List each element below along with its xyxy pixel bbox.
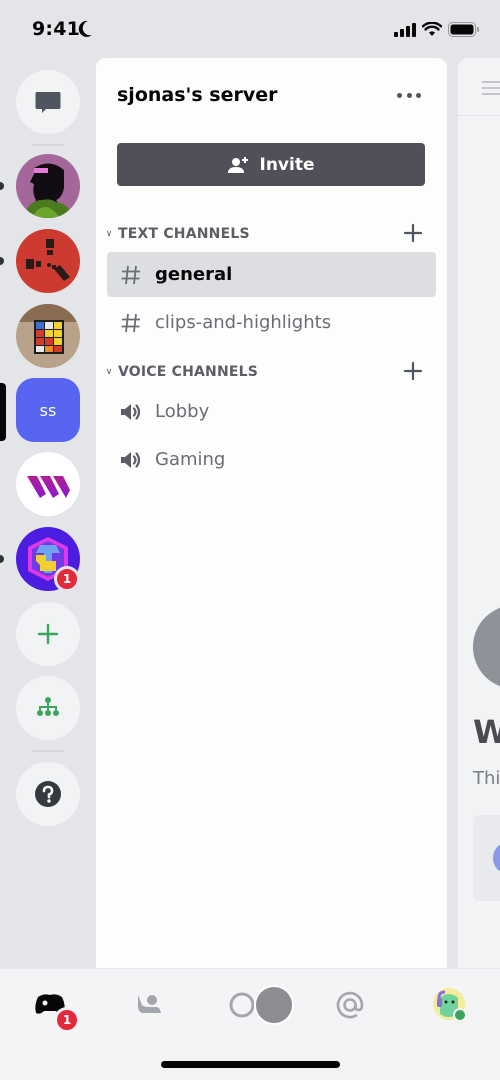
server-avatar-image <box>16 304 80 368</box>
unread-badge: 1 <box>54 1007 80 1033</box>
add-channel-icon[interactable] <box>402 360 424 382</box>
card-illustration <box>493 843 500 873</box>
speaker-icon <box>121 451 141 468</box>
add-person-icon <box>227 156 248 173</box>
home-indicator[interactable] <box>161 1061 340 1068</box>
mention-badge: 1 <box>54 566 80 592</box>
friends-wave-icon <box>138 995 161 1013</box>
server-icon-purple-w[interactable] <box>16 452 80 516</box>
server-initials: ss <box>39 400 57 420</box>
moon-icon <box>78 20 92 37</box>
rail-divider <box>32 750 64 752</box>
selected-server-indicator <box>0 383 6 441</box>
chevron-down-icon: ∨ <box>105 229 113 239</box>
channel-panel: sjonas's server Invite ∨ TEXT CHANNELS g… <box>96 58 447 970</box>
server-avatar-image <box>16 229 80 293</box>
invite-button[interactable]: Invite <box>117 143 425 186</box>
chat-header <box>458 58 500 116</box>
hashtag-icon <box>121 265 140 284</box>
user-avatar-icon <box>433 988 467 1022</box>
invite-label: Invite <box>259 154 315 175</box>
server-icon-rubiks-cube[interactable] <box>16 304 80 368</box>
speaker-icon <box>121 403 141 420</box>
chat-bubble-icon <box>35 92 61 113</box>
channel-gaming[interactable]: Gaming <box>107 437 436 482</box>
server-avatar-image <box>16 154 80 218</box>
question-icon <box>35 781 61 807</box>
ellipsis-icon <box>397 92 402 98</box>
category-voice-channels[interactable]: ∨ VOICE CHANNELS <box>102 360 432 384</box>
server-icon-masked-figure[interactable] <box>16 154 80 218</box>
add-server-button[interactable] <box>16 602 80 666</box>
channel-label: clips-and-highlights <box>155 312 332 333</box>
help-button[interactable] <box>16 762 80 826</box>
channel-general[interactable]: general <box>107 252 436 297</box>
rail-divider <box>32 144 64 146</box>
direct-messages-button[interactable] <box>16 70 80 134</box>
explore-servers-button[interactable] <box>16 676 80 740</box>
welcome-card[interactable] <box>473 815 500 901</box>
tab-friends[interactable] <box>124 983 172 1027</box>
channel-label: Lobby <box>155 401 210 422</box>
cellular-signal-icon <box>394 22 416 37</box>
server-icon-rust[interactable] <box>16 229 80 293</box>
status-bar: 9:41 <box>0 0 500 58</box>
channel-label: Gaming <box>155 449 226 470</box>
wifi-icon <box>422 22 442 36</box>
add-channel-icon[interactable] <box>402 222 424 244</box>
channel-clips-and-highlights[interactable]: clips-and-highlights <box>107 300 436 345</box>
unread-indicator <box>0 257 4 265</box>
channel-label: general <box>155 264 233 285</box>
battery-icon <box>448 22 479 37</box>
hamburger-icon[interactable] <box>482 80 500 96</box>
hashtag-icon <box>121 313 140 332</box>
category-label: VOICE CHANNELS <box>118 364 259 380</box>
chevron-down-icon: ∨ <box>105 367 113 377</box>
server-name[interactable]: sjonas's server <box>117 84 277 106</box>
channel-welcome-icon <box>473 605 500 689</box>
server-avatar-image <box>27 476 70 498</box>
tab-mentions[interactable] <box>326 983 374 1027</box>
server-rail: ss 1 <box>0 58 96 968</box>
chat-panel-peek[interactable]: W Thi <box>458 58 500 970</box>
status-time: 9:41 <box>32 18 81 40</box>
unread-indicator <box>0 182 4 190</box>
category-text-channels[interactable]: ∨ TEXT CHANNELS <box>102 222 432 246</box>
server-options-button[interactable] <box>397 90 421 100</box>
hub-network-icon <box>37 697 59 716</box>
touch-indicator <box>254 985 294 1025</box>
welcome-title: W <box>473 713 500 751</box>
tab-servers[interactable]: 1 <box>26 983 80 1033</box>
tab-profile[interactable] <box>426 983 474 1027</box>
at-sign-icon <box>336 991 364 1019</box>
welcome-subtitle: Thi <box>473 768 500 789</box>
unread-indicator <box>0 555 4 563</box>
tab-search[interactable] <box>226 983 294 1027</box>
server-icon-sjonas-server[interactable]: ss <box>16 378 80 442</box>
plus-icon <box>37 623 59 645</box>
category-label: TEXT CHANNELS <box>118 226 250 242</box>
status-icons <box>394 22 480 37</box>
channel-lobby[interactable]: Lobby <box>107 389 436 434</box>
